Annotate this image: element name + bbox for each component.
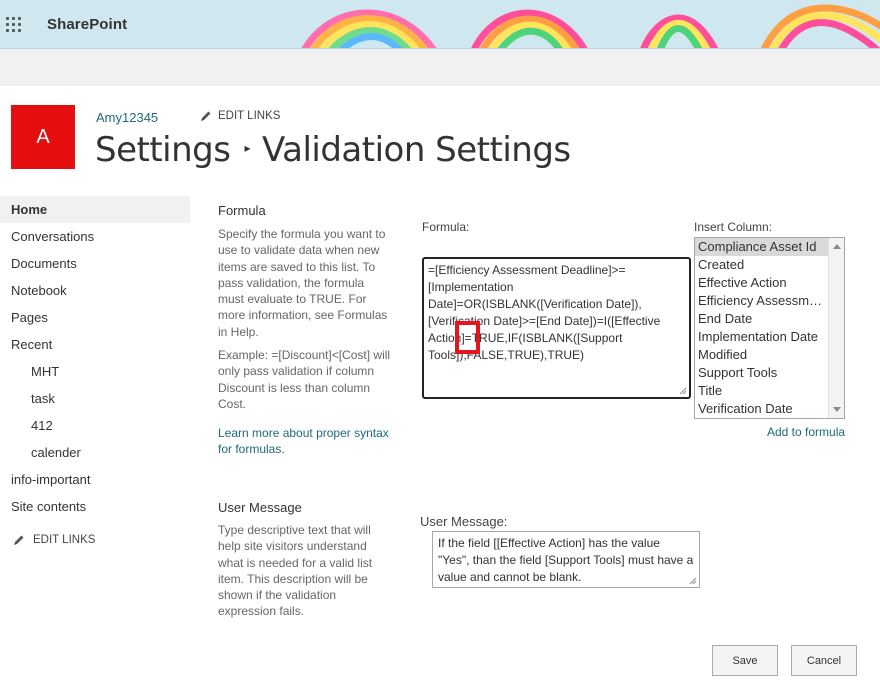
column-option-compliance-asset-id[interactable]: Compliance Asset Id [695,238,828,256]
user-message-description: Type descriptive text that will help sit… [218,523,373,619]
nav-item-recent[interactable]: Recent [0,331,190,358]
nav-item-412[interactable]: 412 [0,412,190,439]
column-option-verification-date[interactable]: Verification Date [695,400,828,418]
brand-name[interactable]: SharePoint [47,16,127,33]
formula-description: Specify the formula you want to use to v… [218,226,393,419]
column-option-efficiency-assessment-deadline[interactable]: Efficiency Assessment Deadline [695,292,828,310]
column-option-support-tools[interactable]: Support Tools [695,364,828,382]
formula-help-text: Specify the formula you want to use to v… [218,227,388,339]
column-option-effective-action[interactable]: Effective Action [695,274,828,292]
nav-item-home[interactable]: Home [0,196,190,223]
cancel-button[interactable]: Cancel [791,645,857,676]
scroll-down-icon[interactable] [833,407,841,412]
user-message-label: User Message: [420,514,508,529]
nav-item-pages[interactable]: Pages [0,304,190,331]
nav-item-mht[interactable]: MHT [0,358,190,385]
highlight-box [455,321,480,354]
edit-links-nav-label: EDIT LINKS [33,534,96,546]
site-name-link[interactable]: Amy12345 [96,110,158,125]
site-logo[interactable]: A [11,105,75,169]
left-nav: Home Conversations Documents Notebook Pa… [0,196,190,546]
nav-item-notebook[interactable]: Notebook [0,277,190,304]
column-option-implementation-date[interactable]: Implementation Date [695,328,828,346]
user-message-value: If the field [[Effective Action] has the… [438,536,694,584]
column-option-modified[interactable]: Modified [695,346,828,364]
ribbon-bar [0,49,880,86]
breadcrumb-settings[interactable]: Settings [95,130,231,170]
pencil-icon [14,535,24,545]
user-message-textarea[interactable]: If the field [[Effective Action] has the… [432,531,700,588]
insert-column-label: Insert Column: [694,220,773,234]
nav-item-site-contents[interactable]: Site contents [0,493,190,520]
column-option-end-date[interactable]: End Date [695,310,828,328]
pencil-icon [201,111,211,121]
save-button[interactable]: Save [712,645,778,676]
app-launcher-icon[interactable] [6,17,22,33]
formula-label: Formula: [422,220,470,234]
edit-links-top[interactable]: EDIT LINKS [200,110,280,122]
user-message-heading: User Message [218,500,302,515]
edit-links-label: EDIT LINKS [218,110,281,122]
breadcrumb-current: Validation Settings [261,130,571,170]
insert-column-listbox[interactable]: Compliance Asset Id Created Effective Ac… [694,237,845,419]
suite-bar: SharePoint [0,0,880,49]
formula-example-text: Example: =[Discount]<[Cost] will only pa… [218,348,391,411]
add-to-formula-link[interactable]: Add to formula [767,425,845,439]
page-title: Settings ▸ Validation Settings [95,130,571,170]
column-option-title[interactable]: Title [695,382,828,400]
formula-heading: Formula [218,203,266,218]
rainbow-header-art [301,4,880,48]
listbox-scrollbar[interactable] [828,238,844,418]
nav-item-conversations[interactable]: Conversations [0,223,190,250]
learn-more-link[interactable]: Learn more about proper syntax for formu… [218,425,393,457]
column-option-created[interactable]: Created [695,256,828,274]
nav-item-documents[interactable]: Documents [0,250,190,277]
breadcrumb-arrow-icon: ▸ [244,140,250,155]
nav-item-task[interactable]: task [0,385,190,412]
nav-item-info-important[interactable]: info-important [0,466,190,493]
resize-grip-icon[interactable] [679,387,687,395]
resize-grip-icon[interactable] [689,577,697,585]
nav-item-calender[interactable]: calender [0,439,190,466]
scroll-up-icon[interactable] [833,244,841,249]
edit-links-nav[interactable]: EDIT LINKS [0,534,190,546]
